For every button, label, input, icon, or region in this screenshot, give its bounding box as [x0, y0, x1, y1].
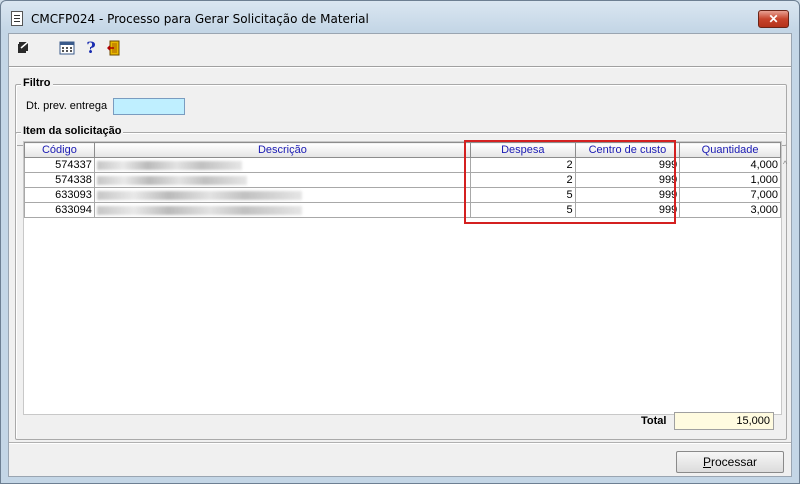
- cell-codigo[interactable]: 633093: [24, 187, 95, 203]
- processar-button[interactable]: Processar: [676, 451, 784, 473]
- cell-quantidade[interactable]: 3,000: [679, 202, 781, 218]
- dt-prev-entrega-label: Dt. prev. entrega: [26, 100, 108, 112]
- arrow-icon[interactable]: [15, 40, 31, 56]
- toolbar-separator: [9, 66, 791, 67]
- redacted-text: [96, 190, 302, 200]
- scroll-up-arrow-icon[interactable]: ^: [783, 159, 787, 169]
- cell-descricao-redacted[interactable]: [93, 202, 471, 218]
- col-codigo[interactable]: Código: [24, 142, 95, 158]
- footer-separator: [9, 442, 791, 443]
- exit-icon[interactable]: [107, 40, 123, 56]
- cell-quantidade[interactable]: 1,000: [679, 172, 781, 188]
- cell-codigo[interactable]: 633094: [24, 202, 95, 218]
- cell-codigo[interactable]: 574337: [24, 157, 95, 173]
- close-button[interactable]: ✕: [758, 10, 789, 28]
- filtro-label: Filtro: [21, 77, 53, 89]
- client-area: ? Filtro Dt. prev. entrega Item da solic…: [8, 33, 792, 477]
- toolbar: ?: [9, 34, 791, 62]
- itens-label: Item da solicitação: [21, 125, 124, 137]
- calculator-icon[interactable]: [59, 40, 75, 56]
- cell-quantidade[interactable]: 4,000: [679, 157, 781, 173]
- dt-prev-entrega-input[interactable]: [113, 98, 185, 115]
- processar-accelerator: P: [702, 455, 711, 469]
- vertical-scrollbar[interactable]: ^: [781, 157, 793, 412]
- redacted-text: [96, 160, 242, 170]
- highlight-box: [464, 140, 676, 224]
- cell-descricao-redacted[interactable]: [93, 157, 471, 173]
- document-icon: [11, 11, 23, 26]
- cell-quantidade[interactable]: 7,000: [679, 187, 781, 203]
- window-title: CMCFP024 - Processo para Gerar Solicitaç…: [31, 12, 369, 26]
- cell-descricao-redacted[interactable]: [93, 187, 471, 203]
- total-label: Total: [641, 415, 667, 427]
- cell-descricao-redacted[interactable]: [93, 172, 471, 188]
- redacted-text: [96, 205, 302, 215]
- help-icon[interactable]: ?: [83, 40, 99, 56]
- total-value: 15,000: [674, 412, 774, 430]
- processar-label: rocessar: [711, 455, 758, 469]
- app-window: CMCFP024 - Processo para Gerar Solicitaç…: [0, 0, 800, 484]
- redacted-text: [96, 175, 247, 185]
- cell-codigo[interactable]: 574338: [24, 172, 95, 188]
- col-descricao[interactable]: Descrição: [93, 142, 471, 158]
- col-quantidade[interactable]: Quantidade: [679, 142, 781, 158]
- title-bar[interactable]: CMCFP024 - Processo para Gerar Solicitaç…: [1, 1, 799, 37]
